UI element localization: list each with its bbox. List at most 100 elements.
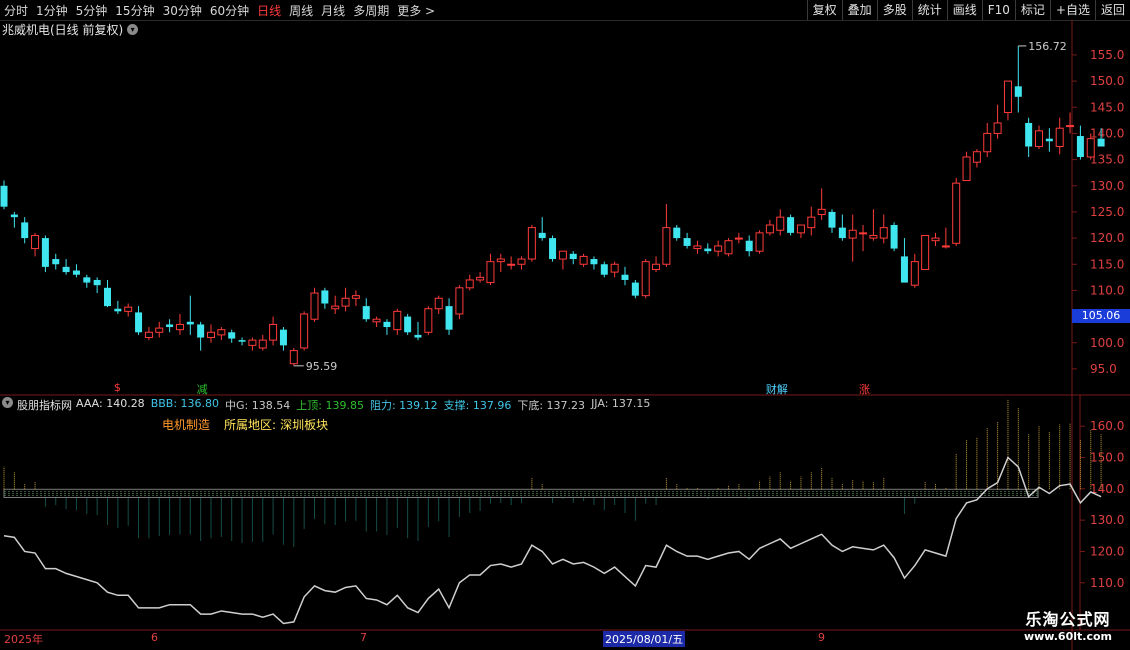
candle-body	[496, 258, 505, 263]
indicator-value: 上顶: 139.85	[296, 399, 364, 412]
candle-body	[372, 318, 381, 323]
candle-body	[258, 339, 267, 349]
candle-body	[351, 295, 360, 299]
candle-body	[124, 306, 133, 312]
candle-body	[186, 321, 194, 325]
indicator-tick-label: 160.0	[1090, 419, 1124, 433]
candle-body	[476, 276, 485, 281]
candle-body	[0, 185, 8, 207]
candle-body	[765, 224, 774, 234]
indicator-value: 阻力: 139.12	[369, 399, 438, 412]
candle-body	[62, 266, 70, 273]
candle-body	[321, 290, 329, 304]
candle-body	[652, 263, 661, 270]
indicator-value: BBB: 136.80	[150, 397, 220, 410]
chevron-down-icon[interactable]: ▾	[2, 397, 13, 408]
candle-body	[569, 253, 577, 260]
candle-body	[404, 316, 412, 333]
candle-body	[52, 259, 60, 265]
candle-body	[197, 324, 205, 338]
price-tick-label: 130.0	[1090, 179, 1124, 193]
candle-body	[910, 261, 919, 286]
candle-body	[704, 248, 712, 252]
indicator-value: 中G: 138.54	[225, 399, 291, 412]
date-cursor: 2025/08/01/五	[603, 631, 686, 647]
candle-body	[289, 350, 298, 365]
candle-body	[414, 334, 422, 338]
candle-body	[941, 245, 950, 248]
date-axis: 2025年 6 7 2025/08/01/五 9	[0, 631, 1072, 647]
candle-body	[331, 305, 340, 310]
candle-body	[890, 225, 898, 249]
candle-body	[93, 279, 101, 286]
candle-body	[859, 232, 868, 235]
candle-body	[155, 327, 164, 333]
candle-body	[631, 282, 639, 296]
kline-chart[interactable]: 95.0100.0105.0110.0115.0120.0125.0130.01…	[0, 0, 1130, 650]
candle-body	[269, 323, 278, 341]
watermark-title: 乐淘公式网	[1025, 610, 1111, 629]
site-watermark: 乐淘公式网 www.60lt.com	[1024, 606, 1112, 643]
candle-body	[527, 227, 536, 260]
indicator-tick-label: 150.0	[1090, 451, 1124, 465]
candle-body	[362, 306, 370, 320]
candle-body	[238, 340, 246, 342]
candle-body	[228, 332, 236, 339]
candle-body	[445, 306, 453, 330]
stock-info-line: 电机制造 所属地区: 深圳板块	[162, 416, 328, 433]
signal-marker: 减	[196, 383, 208, 396]
indicator-value: JJA: 137.15	[591, 397, 651, 410]
indicator-value: AAA: 140.28	[76, 397, 145, 410]
candle-body	[1045, 138, 1053, 142]
candle-body	[1086, 138, 1095, 158]
candle-body	[538, 232, 546, 239]
candle-body	[621, 274, 629, 280]
candle-body	[114, 308, 122, 312]
candle-body	[755, 232, 764, 252]
candle-body	[1003, 80, 1012, 113]
candle-body	[869, 234, 878, 239]
candle-body	[1035, 130, 1043, 148]
candle-body	[776, 216, 785, 231]
candle-body	[217, 329, 226, 336]
indicator-value: 支撑: 137.96	[443, 399, 512, 412]
candle-body	[662, 227, 671, 265]
industry-label: 电机制造	[162, 418, 211, 432]
candle-body	[248, 339, 257, 346]
candle-body	[486, 261, 495, 284]
candle-body	[1055, 127, 1064, 148]
candle-body	[517, 258, 526, 265]
candle-body	[952, 182, 961, 244]
candle-body	[879, 227, 888, 239]
candle-body	[41, 238, 49, 267]
candle-body	[724, 240, 733, 255]
indicator-name: 股朋指标网	[17, 399, 72, 412]
price-tick-label: 145.0	[1090, 100, 1124, 114]
high-label: 156.72	[1028, 40, 1067, 53]
candle-body	[714, 245, 723, 252]
candle-body	[796, 224, 805, 234]
candle-body	[279, 329, 287, 346]
price-tick-label: 125.0	[1090, 205, 1124, 219]
candle-body	[900, 256, 908, 283]
candle-body	[610, 263, 619, 273]
candle-body	[972, 151, 981, 163]
candle-body	[600, 264, 608, 275]
date-month-6: 6	[151, 631, 158, 644]
signal-marker: 涨	[859, 383, 871, 396]
candle-body	[455, 287, 464, 315]
candle-body	[787, 217, 795, 233]
indicator-values: AAA: 140.28 BBB: 136.80 中G: 138.54 上顶: 139.…	[76, 397, 650, 413]
candle-body	[983, 132, 992, 153]
candle-body	[207, 331, 215, 339]
candle-body	[144, 331, 153, 339]
candle-body	[21, 222, 29, 239]
candle-body	[300, 313, 309, 349]
candle-body	[83, 277, 91, 283]
price-tick-label: 120.0	[1090, 231, 1124, 245]
candle-body	[72, 270, 80, 275]
candle-body	[341, 297, 350, 307]
date-month-7: 7	[360, 631, 367, 644]
candle-body	[175, 323, 184, 331]
candle-body	[383, 321, 391, 328]
